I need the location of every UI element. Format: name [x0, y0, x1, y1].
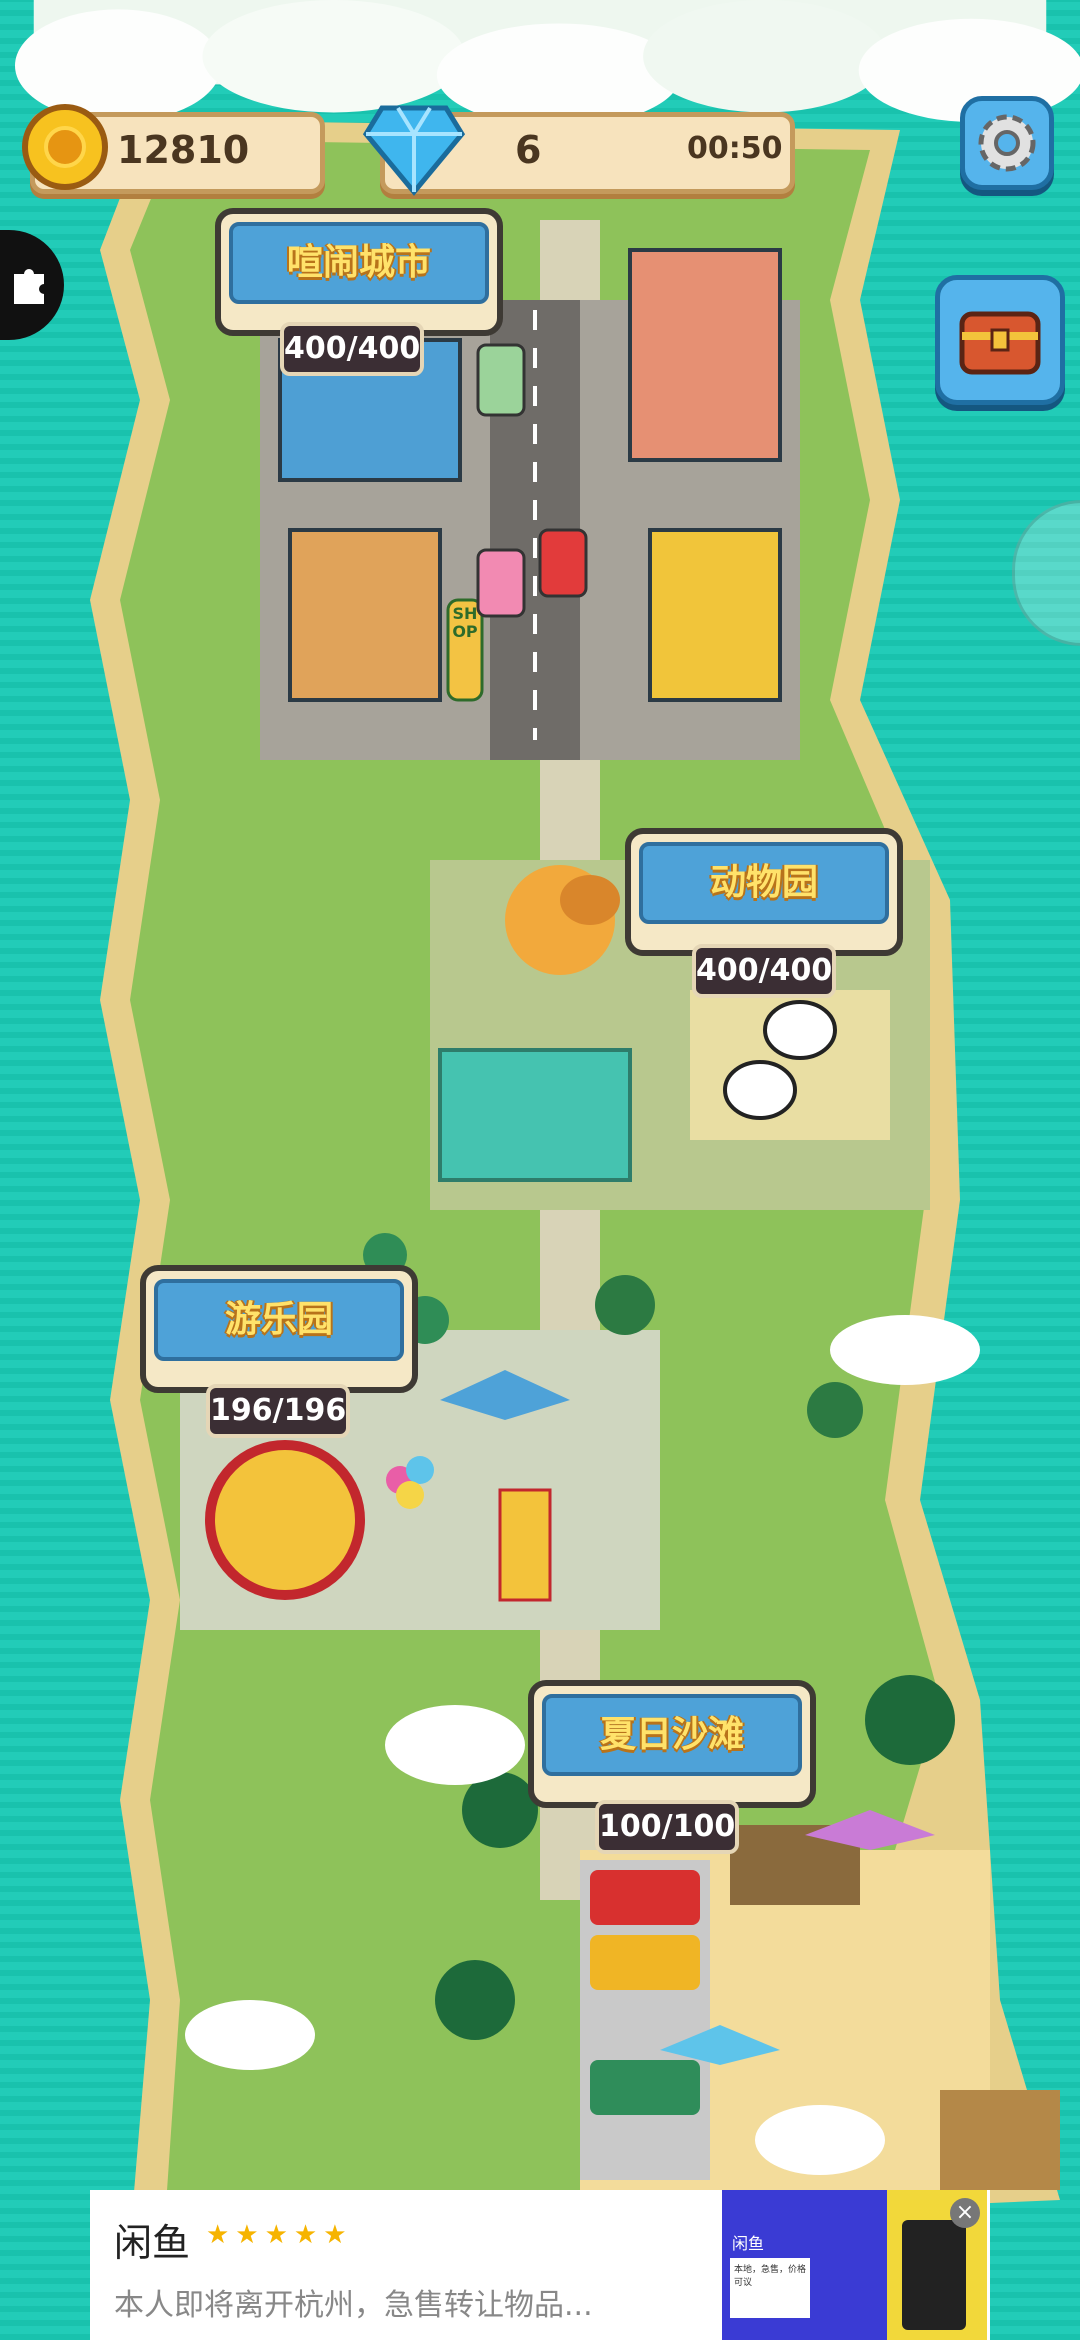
park-tower: [498, 1488, 552, 1602]
ad-rating-stars: ★★★★★: [206, 2220, 353, 2250]
gem-amount: 6: [515, 128, 542, 172]
city-building-apartment: [628, 248, 782, 462]
ad-thumb-title: 闲鱼: [732, 2234, 765, 2253]
treasure-chest-button[interactable]: [935, 275, 1065, 405]
palm-tree: [865, 1675, 955, 1765]
balloon-blue: [406, 1456, 434, 1484]
car-green-beach: [590, 2060, 700, 2115]
ad-thumb-text: 本地，急售，价格可议: [730, 2258, 810, 2318]
settings-button[interactable]: [960, 96, 1054, 190]
car-red-beach: [590, 1870, 700, 1925]
carousel: [205, 1440, 365, 1600]
ad-banner[interactable]: 闲鱼 ★★★★★ 本人即将离开杭州，急售转让物品... 闲鱼 本地，急售，价格可…: [90, 2190, 990, 2340]
city-cafe: [288, 528, 442, 702]
car-red: [538, 528, 588, 598]
area-label-zoo[interactable]: 动物园: [625, 828, 903, 956]
gem-timer: 00:50: [687, 131, 783, 166]
island-map: [90, 120, 1060, 2240]
treasure-chest-icon: [959, 311, 1041, 375]
gear-icon: [978, 114, 1036, 172]
ad-close-button[interactable]: ×: [950, 2198, 980, 2228]
puzzle-icon: [14, 268, 44, 304]
area-progress-amusement-park: 196/196: [206, 1384, 350, 1438]
zoo-pond: [438, 1048, 632, 1182]
area-label-amusement-park[interactable]: 游乐园: [140, 1265, 418, 1393]
tree: [595, 1275, 655, 1335]
car-pink: [476, 548, 526, 618]
area-label-beach[interactable]: 夏日沙滩: [528, 1680, 816, 1808]
coin-icon: [22, 104, 108, 190]
palm-tree: [435, 1960, 515, 2040]
zebra-2: [723, 1060, 797, 1120]
cloud: [830, 1315, 980, 1385]
area-progress-city: 400/400: [280, 322, 424, 376]
area-progress-beach: 100/100: [595, 1800, 739, 1854]
cloud: [185, 2000, 315, 2070]
zebra-1: [763, 1000, 837, 1060]
cloud: [755, 2105, 885, 2175]
ad-thumbnail: 闲鱼 本地，急售，价格可议: [722, 2190, 887, 2340]
lion: [560, 875, 620, 925]
car-yellow-beach: [590, 1935, 700, 1990]
area-name-amusement-park: 游乐园: [154, 1279, 404, 1361]
coin-amount: 12810: [117, 128, 250, 172]
area-progress-zoo: 400/400: [692, 944, 836, 998]
balloon-yellow: [396, 1481, 424, 1509]
area-label-city[interactable]: 喧闹城市: [215, 208, 503, 336]
area-name-city: 喧闹城市: [229, 222, 489, 304]
car-green: [476, 343, 526, 417]
city-office: [648, 528, 782, 702]
cloud: [385, 1705, 525, 1785]
diamond-icon: [362, 105, 466, 196]
ad-description: 本人即将离开杭州，急售转让物品...: [114, 2288, 593, 2323]
wooden-dock: [940, 2090, 1060, 2190]
shop-sign-text: SHOP: [452, 604, 478, 641]
area-name-zoo: 动物园: [639, 842, 889, 924]
ad-app-name: 闲鱼: [114, 2221, 191, 2265]
tree: [807, 1382, 863, 1438]
area-name-beach: 夏日沙滩: [542, 1694, 802, 1776]
